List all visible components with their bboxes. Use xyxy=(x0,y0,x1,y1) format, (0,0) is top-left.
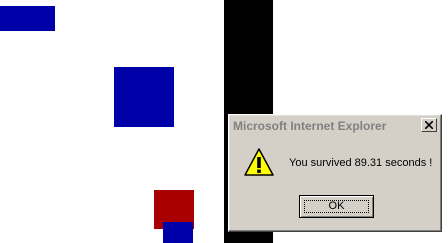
ok-button-label: OK xyxy=(328,200,345,212)
alert-dialog: Microsoft Internet Explorer You survived… xyxy=(228,114,442,232)
dialog-title: Microsoft Internet Explorer xyxy=(233,119,387,133)
ok-button[interactable]: OK xyxy=(299,195,374,218)
dialog-titlebar[interactable]: Microsoft Internet Explorer xyxy=(231,117,439,135)
enemy-block-3 xyxy=(163,222,193,243)
game-area[interactable] xyxy=(0,0,224,243)
dialog-message: You survived 89.31 seconds ! xyxy=(289,157,433,169)
enemy-block-2 xyxy=(114,67,174,127)
enemy-block-1 xyxy=(0,6,55,31)
close-icon xyxy=(425,121,433,129)
warning-icon xyxy=(244,148,274,176)
close-button[interactable] xyxy=(421,118,437,132)
